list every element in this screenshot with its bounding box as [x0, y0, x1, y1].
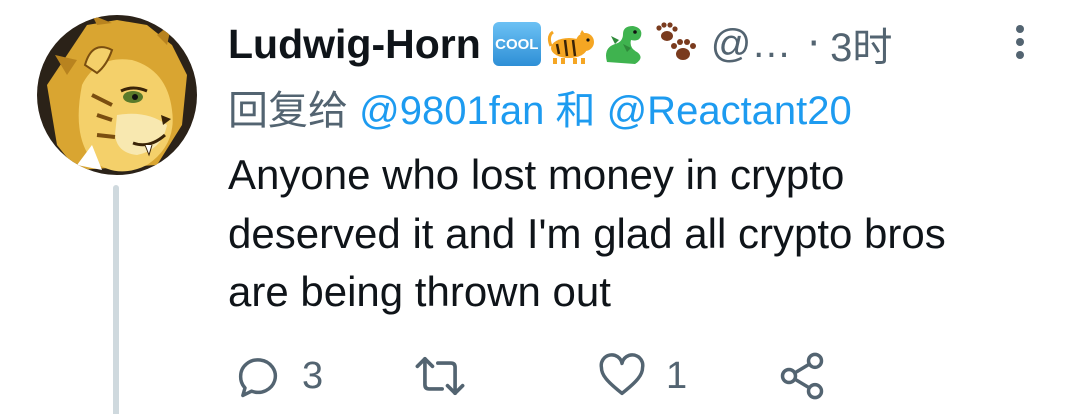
reply-button[interactable]: 3	[232, 348, 323, 404]
tweet-text: Anyone who lost money in crypto deserved…	[228, 146, 1048, 322]
thread-connector-line	[113, 185, 119, 414]
retweet-icon	[415, 356, 465, 396]
like-count: 1	[666, 354, 688, 397]
retweet-button[interactable]	[412, 348, 486, 404]
more-options-icon[interactable]	[1010, 22, 1030, 62]
tweet-text-line: deserved it and I'm glad all crypto bros	[228, 209, 946, 257]
reply-icon	[238, 358, 278, 398]
paw-prints-emoji	[656, 22, 696, 60]
share-button[interactable]	[776, 348, 846, 404]
tweet-action-bar: 3 1	[228, 348, 1048, 404]
separator-dot: ·	[807, 21, 821, 67]
tweet-text-line: are being thrown out	[228, 268, 611, 315]
heart-icon	[599, 353, 645, 396]
user-avatar[interactable]	[37, 15, 197, 175]
display-name[interactable]: Ludwig-Horn	[228, 21, 481, 68]
lion-avatar-image	[37, 15, 197, 175]
timestamp[interactable]: 3时	[830, 15, 892, 73]
share-icon	[780, 352, 824, 400]
mention-link-1[interactable]: @9801fan	[359, 89, 544, 133]
cool-button-emoji: COOL	[492, 22, 541, 66]
dragon-emoji	[605, 26, 642, 64]
reply-prefix: 回复给	[228, 89, 348, 133]
tiger-emoji	[547, 30, 594, 64]
mention-link-2[interactable]: @Reactant20	[607, 89, 852, 133]
tweet-header: Ludwig-Horn COOL @… · 3时	[228, 14, 1028, 74]
like-button[interactable]: 1	[596, 348, 687, 404]
mention-conjunction: 和	[555, 89, 596, 133]
tweet-text-line: Anyone who lost money in crypto	[228, 151, 845, 198]
replying-to-line: 回复给 @9801fan 和 @Reactant20	[228, 78, 852, 136]
reply-count: 3	[302, 354, 324, 397]
user-handle[interactable]: @…	[711, 22, 792, 67]
